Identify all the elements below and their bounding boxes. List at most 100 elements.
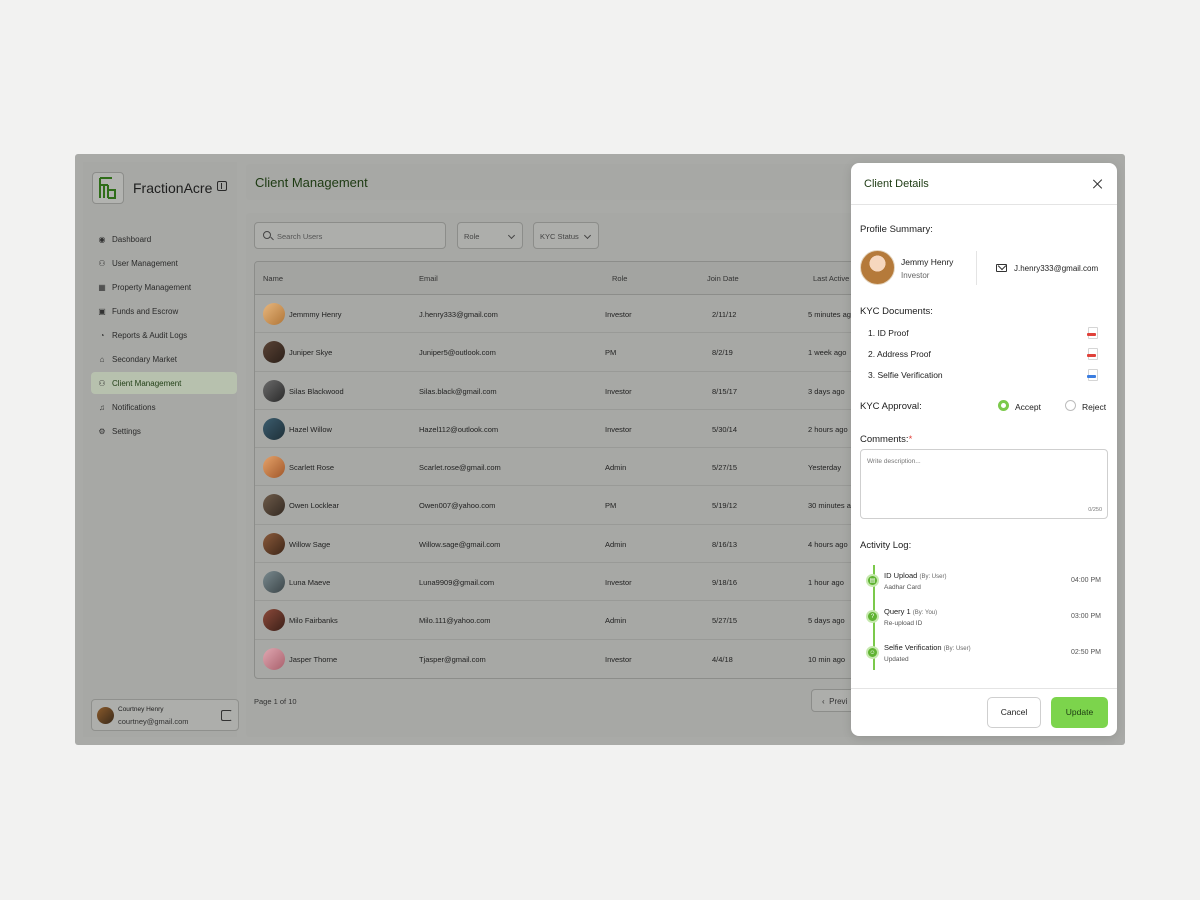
update-button[interactable]: Update: [1051, 697, 1108, 728]
activity-log-heading: Activity Log:: [860, 540, 912, 551]
dashboard-icon: ◉: [98, 234, 106, 244]
client-email: Scarlet.rose@gmail.com: [419, 463, 501, 473]
client-email: Luna9909@gmail.com: [419, 578, 495, 588]
table-row[interactable]: Silas Blackwood Silas.black@gmail.com Inve…: [255, 372, 945, 410]
building-icon: ▦: [98, 282, 106, 292]
clients-table: Name Email Role Join Date Last Active Je…: [254, 261, 946, 679]
client-role: Admin: [605, 539, 627, 549]
client-name: Luna Maeve: [289, 578, 331, 588]
upload-icon: ▤: [866, 574, 879, 587]
close-icon[interactable]: [1093, 179, 1103, 189]
sidebar-item-dashboard[interactable]: ◉ Dashboard: [91, 228, 237, 250]
table-row[interactable]: Scarlett Rose Scarlet.rose@gmail.com Admin…: [255, 448, 945, 487]
avatar: [263, 647, 285, 670]
accept-radio[interactable]: [998, 400, 1009, 411]
client-join-date: 5/19/12: [712, 501, 738, 511]
activity-by: (By: You): [912, 610, 938, 616]
sidebar-item-label: Dashboard: [112, 234, 152, 244]
comments-placeholder: Write description...: [867, 458, 921, 465]
kyc-dropdown-label: KYC Status: [540, 232, 579, 241]
page-header: Client Management: [246, 164, 946, 200]
sidebar-item-label: User Management: [112, 258, 178, 268]
table-row[interactable]: Milo Fairbanks Milo.111@yahoo.com Admin 5/2…: [255, 601, 945, 640]
client-name: Juniper Skye: [289, 348, 333, 358]
client-email: J.henry333@gmail.com: [419, 310, 498, 319]
pdf-file-icon[interactable]: [1087, 327, 1098, 339]
client-join-date: 9/18/16: [712, 578, 738, 588]
pdf-file-icon[interactable]: [1087, 348, 1098, 360]
sidebar-item-client-management[interactable]: ⚇ Client Management: [91, 372, 237, 394]
avatar: [263, 341, 285, 364]
sidebar-collapse-icon[interactable]: [217, 181, 227, 191]
search-placeholder: Search Users: [277, 232, 323, 241]
comments-textarea[interactable]: Write description... 0/250: [860, 449, 1108, 519]
query-icon: ?: [866, 610, 879, 623]
table-header: Name Email Role Join Date Last Active: [255, 262, 945, 295]
column-header-join-date[interactable]: Join Date: [707, 274, 739, 283]
panel-title: Client Details: [864, 178, 929, 190]
table-row[interactable]: Owen Locklear Owen007@yahoo.com PM 5/19/12 3…: [255, 486, 945, 525]
activity-subtitle: Re-upload ID: [884, 620, 923, 627]
client-last-active: Yesterday: [808, 463, 842, 473]
avatar: [263, 532, 285, 555]
required-marker: *: [908, 434, 913, 445]
client-join-date: 5/27/15: [712, 463, 738, 473]
client-join-date: 8/2/19: [712, 348, 733, 358]
table-row[interactable]: Jasper Thorne Tjasper@gmail.com Investor 4/…: [255, 640, 945, 678]
jpg-file-icon[interactable]: [1087, 369, 1098, 381]
client-role: PM: [605, 501, 617, 511]
kyc-status-dropdown[interactable]: KYC Status: [533, 222, 599, 249]
client-last-active: 3 days ago: [808, 386, 845, 396]
sidebar-item-secondary-market[interactable]: ⌂ Secondary Market: [91, 348, 237, 370]
sidebar-item-label: Reports & Audit Logs: [112, 330, 188, 340]
sidebar-item-settings[interactable]: ⚙ Settings: [91, 420, 237, 442]
client-name: Jemmmy Henry: [289, 310, 342, 319]
client-email: Tjasper@gmail.com: [419, 654, 486, 664]
column-header-email[interactable]: Email: [419, 274, 438, 283]
avatar: [97, 707, 114, 724]
bell-icon: ♫: [99, 402, 105, 412]
profile-summary-heading: Profile Summary:: [860, 224, 933, 235]
reject-label: Reject: [1082, 402, 1107, 412]
sidebar-item-label: Notifications: [112, 402, 156, 412]
client-name: Owen Locklear: [289, 501, 340, 511]
sidebar-item-notifications[interactable]: ♫ Notifications: [91, 396, 237, 418]
client-role: Admin: [605, 463, 627, 473]
sidebar-item-user-management[interactable]: ⚇ User Management: [91, 252, 237, 274]
client-email: Juniper5@outlook.com: [419, 348, 496, 358]
client-last-active: 5 minutes ago: [808, 310, 856, 319]
logout-icon[interactable]: [221, 710, 232, 721]
sidebar-item-funds-escrow[interactable]: ▣ Funds and Escrow: [91, 300, 237, 322]
cancel-button[interactable]: Cancel: [987, 697, 1041, 728]
table-row[interactable]: Juniper Skye Juniper5@outlook.com PM 8/2/19…: [255, 333, 945, 372]
avatar: [263, 456, 285, 479]
user-email: courtney@gmail.com: [118, 717, 189, 726]
reject-radio[interactable]: [1065, 400, 1076, 411]
column-header-name[interactable]: Name: [263, 274, 283, 283]
table-row[interactable]: Luna Maeve Luna9909@gmail.com Investor 9/18…: [255, 563, 945, 602]
user-card[interactable]: Courtney Henry courtney@gmail.com: [91, 699, 239, 731]
user-icon: ⚇: [98, 258, 106, 268]
table-row[interactable]: Hazel Willow Hazel112@outlook.com Investor…: [255, 410, 945, 449]
client-last-active: 1 hour ago: [808, 578, 844, 588]
client-name: Scarlett Rose: [289, 463, 335, 473]
column-header-last-active[interactable]: Last Active: [813, 274, 849, 283]
sidebar-item-reports[interactable]: ◔ Reports & Audit Logs: [91, 324, 237, 346]
role-dropdown[interactable]: Role: [457, 222, 523, 249]
client-join-date: 2/11/12: [712, 310, 737, 319]
client-role: Investor: [605, 578, 632, 588]
table-row[interactable]: Willow Sage Willow.sage@gmail.com Admin 8/1…: [255, 525, 945, 564]
profile-email: J.henry333@gmail.com: [1014, 264, 1099, 273]
selfie-icon: ☺: [866, 646, 879, 659]
client-join-date: 5/27/15: [712, 616, 738, 626]
divider: [976, 251, 977, 285]
activity-by: (By: User): [943, 646, 971, 652]
search-input[interactable]: Search Users: [254, 222, 446, 249]
sidebar-item-property-management[interactable]: ▦ Property Management: [91, 276, 237, 298]
client-role: PM: [605, 348, 617, 358]
client-details-panel: Client Details Profile Summary: Jemmy He…: [851, 163, 1117, 736]
avatar: [263, 417, 285, 440]
column-header-role[interactable]: Role: [612, 274, 627, 283]
table-row[interactable]: Jemmmy Henry J.henry333@gmail.com Investor…: [255, 295, 945, 334]
activity-subtitle: Updated: [884, 656, 909, 663]
